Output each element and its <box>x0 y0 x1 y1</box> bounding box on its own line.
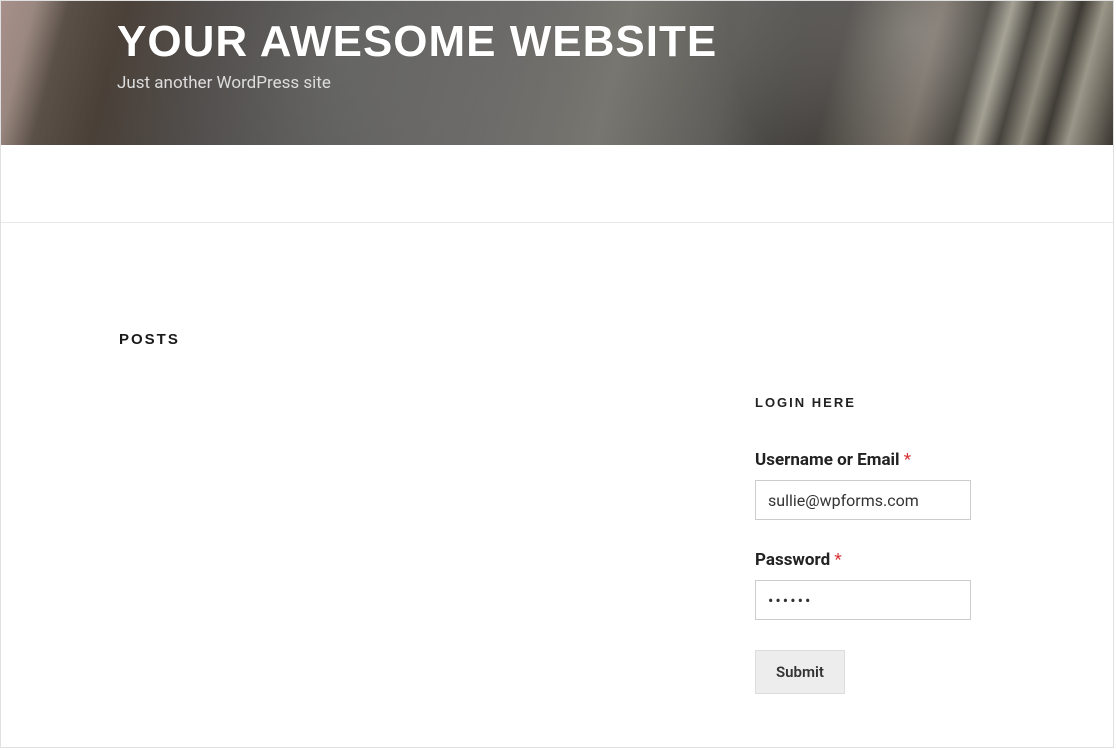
nav-bar <box>1 145 1113 223</box>
password-input[interactable] <box>755 580 971 620</box>
username-label: Username or Email * <box>755 450 1073 470</box>
login-widget-title: LOGIN HERE <box>755 395 1073 410</box>
site-header: YOUR AWESOME WEBSITE Just another WordPr… <box>1 1 1113 145</box>
site-title[interactable]: YOUR AWESOME WEBSITE <box>117 17 1113 67</box>
required-mark: * <box>904 450 911 470</box>
required-mark: * <box>834 550 841 570</box>
main-content: POSTS <box>1 223 755 694</box>
site-tagline: Just another WordPress site <box>117 73 1113 93</box>
username-field-wrapper: Username or Email * <box>755 450 1073 520</box>
sidebar: LOGIN HERE Username or Email * Password … <box>755 223 1113 694</box>
password-label: Password * <box>755 550 1073 570</box>
password-field-wrapper: Password * <box>755 550 1073 620</box>
posts-heading: POSTS <box>119 331 755 348</box>
password-label-text: Password <box>755 550 830 570</box>
submit-button[interactable]: Submit <box>755 650 845 694</box>
login-form: Username or Email * Password * Submit <box>755 450 1073 694</box>
username-input[interactable] <box>755 480 971 520</box>
username-label-text: Username or Email <box>755 450 900 470</box>
